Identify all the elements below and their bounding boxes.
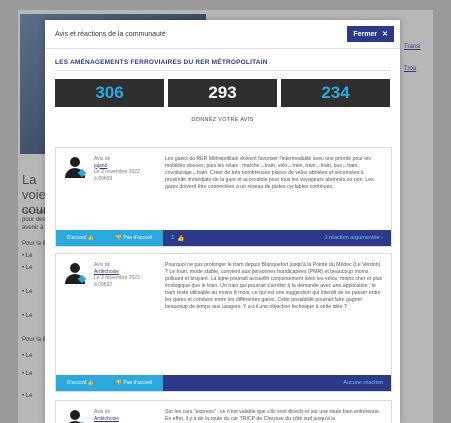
score-value: 234 <box>321 83 350 102</box>
author-name[interactable]: Ardéchoise <box>94 416 119 423</box>
close-button[interactable]: Fermer ✕ <box>347 26 394 42</box>
agree-button[interactable]: D'accord 👍 <box>67 380 94 386</box>
comment-time: à 09h32 <box>94 281 113 288</box>
score-box-3: 234 <box>281 79 390 107</box>
comment-date: Le 3 novembre 2022 <box>94 169 140 175</box>
background-link[interactable]: Trou <box>404 66 416 72</box>
agree-button[interactable]: D'accord 👍 <box>67 235 94 241</box>
community-modal: Avis et réactions de la communauté Ferme… <box>45 20 400 423</box>
project-title: LES AMÉNAGEMENTS FERROVIAIRES DU RER MÉT… <box>55 59 268 66</box>
modal-title: Avis et réactions de la communauté <box>55 30 166 38</box>
comment-text: Pourquoi ne pas prolonger le tram depuis… <box>165 262 383 310</box>
thumbs-up-icon: 👍 <box>87 235 95 241</box>
comment-card: Avis de jajand Le 3 novembre 2022 à 09h0… <box>55 147 392 247</box>
avatar <box>64 409 87 423</box>
close-icon: ✕ <box>382 31 388 38</box>
background-link[interactable]: Transi <box>404 44 420 50</box>
score-box-1: 306 <box>55 79 164 107</box>
thumbs-up-icon: 👍 <box>87 380 95 386</box>
reaction-count: 1 👍 <box>171 235 185 242</box>
score-value: 293 <box>208 83 237 102</box>
disagree-button[interactable]: 👎 Pas d'accord <box>116 380 152 386</box>
comment-text: Sur les cars "express" : ce n'est valabl… <box>165 409 381 422</box>
give-opinion-link[interactable]: DONNEZ VOTRE AVIS <box>45 117 400 123</box>
comment-author: Avis de Ardéchoise <box>56 401 163 423</box>
score-row: 306 293 234 <box>45 71 400 107</box>
modal-header: Avis et réactions de la communauté Ferme… <box>45 20 400 49</box>
score-box-2: 293 <box>168 79 277 107</box>
reaction-link[interactable]: 1 réaction argumentée › <box>325 235 383 241</box>
comment-card: Avis de Ardéchoise Sur les cars "express… <box>55 400 392 423</box>
reaction-link[interactable]: Aucune réaction <box>343 380 383 386</box>
chevron-right-icon: › <box>381 235 383 241</box>
comment-author: Avis de Ardéchoise Le 3 novembre 2022 à … <box>56 254 163 311</box>
score-value: 306 <box>95 83 124 102</box>
comment-date: Le 3 novembre 2022 <box>94 275 140 281</box>
disagree-button[interactable]: 👎 Pas d'accord <box>116 235 152 241</box>
comment-author: Avis de jajand Le 3 novembre 2022 à 09h0… <box>56 148 163 191</box>
thumbs-up-icon: 👍 <box>177 235 185 242</box>
thumbs-down-icon: 👎 <box>115 235 122 241</box>
comment-actions: D'accord 👍 👎 Pas d'accord Aucune réactio… <box>56 375 391 391</box>
avatar <box>64 262 87 284</box>
thumbs-down-icon: 👎 <box>115 380 122 386</box>
comment-time: à 09h09 <box>94 175 113 182</box>
comment-text: Les gares du RER Métropolitain doivent f… <box>165 156 374 190</box>
avatar <box>64 156 87 178</box>
comment-actions: D'accord 👍 👎 Pas d'accord 1 👍 1 réaction… <box>56 230 391 246</box>
comment-card: Avis de Ardéchoise Le 3 novembre 2022 à … <box>55 253 392 392</box>
close-label: Fermer <box>353 30 378 38</box>
